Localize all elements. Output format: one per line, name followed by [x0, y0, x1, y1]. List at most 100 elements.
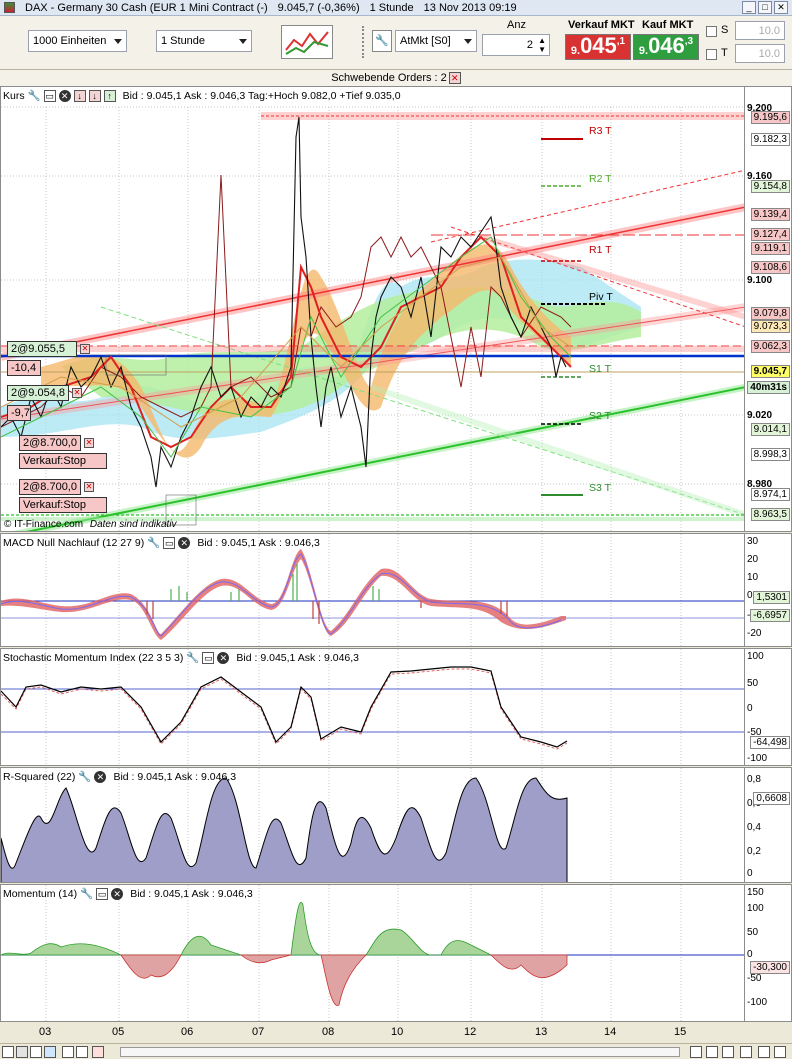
close-icon[interactable]: ✕: [80, 344, 90, 354]
zoom-in-icon[interactable]: [690, 1046, 702, 1058]
window-icon[interactable]: ▭: [43, 89, 56, 102]
rsquared-panel[interactable]: R-Squared (22) 🔧 ✕ Bid : 9.045,1 Ask : 9…: [0, 767, 745, 883]
t-checkbox[interactable]: [706, 49, 717, 60]
price-label: 9.139,4: [750, 208, 790, 221]
momentum-axis: 150 100 50 0 -50 -100 -30,300: [745, 884, 792, 1022]
price-chart[interactable]: [1, 87, 745, 532]
close-button[interactable]: ✕: [774, 1, 788, 14]
close-icon[interactable]: ✕: [94, 770, 107, 783]
close-icon[interactable]: ✕: [111, 887, 124, 900]
momentum-panel[interactable]: Momentum (14) 🔧 ▭ ✕ Bid : 9.045,1 Ask : …: [0, 884, 745, 1022]
close-icon[interactable]: ✕: [178, 536, 191, 549]
arrow-down-icon[interactable]: ↓: [73, 89, 86, 102]
buy-label: Kauf MKT: [642, 19, 694, 31]
wrench-icon[interactable]: 🔧: [80, 887, 93, 900]
zoom-icon[interactable]: [2, 1046, 14, 1058]
wrench-icon[interactable]: 🔧: [372, 30, 392, 52]
zoom-out-icon[interactable]: [706, 1046, 718, 1058]
axis-tick: 150: [747, 887, 764, 898]
order-text: 2@8.700,0: [23, 437, 77, 449]
stochastic-axis: 100 50 0 -50 -100 -64,498: [745, 648, 792, 766]
axis-tick: -20: [747, 628, 762, 639]
window-icon[interactable]: ▭: [163, 536, 176, 549]
macd-header: MACD Null Nachlauf (12 27 9) 🔧 ▭ ✕ Bid :…: [3, 536, 320, 549]
order-type-select[interactable]: AtMkt [S0]: [395, 30, 477, 52]
stochastic-chart[interactable]: [1, 649, 745, 766]
order-box[interactable]: 2@8.700,0 ✕: [19, 479, 94, 495]
qty-stepper[interactable]: 2 ▲ ▼: [482, 34, 550, 56]
window-icon[interactable]: ▭: [96, 887, 109, 900]
order-box[interactable]: -10,4: [7, 360, 41, 376]
order-box[interactable]: Verkauf:Stop: [19, 497, 107, 513]
order-box[interactable]: 2@8.700,0 ✕: [19, 435, 94, 451]
wrench-icon[interactable]: 🔧: [78, 770, 91, 783]
axis-tick: 10: [747, 572, 759, 583]
time-axis-label: 15: [674, 1026, 687, 1038]
drag-handle[interactable]: [362, 26, 368, 58]
wrench-icon[interactable]: 🔧: [186, 651, 199, 664]
pending-orders-label: Schwebende Orders : 2: [331, 72, 447, 84]
sell-button[interactable]: 9. 045,1: [565, 34, 631, 60]
order-box[interactable]: Verkauf:Stop: [19, 453, 107, 469]
axis-tick: 30: [747, 536, 759, 547]
close-icon[interactable]: ✕: [84, 438, 94, 448]
axis-tick: 0: [747, 590, 753, 601]
macd-chart[interactable]: [1, 534, 745, 647]
settings-icon[interactable]: [62, 1046, 74, 1058]
s-checkbox[interactable]: [706, 26, 717, 37]
order-box[interactable]: -9,7: [7, 405, 31, 421]
close-icon[interactable]: ✕: [448, 72, 461, 84]
main-chart-panel[interactable]: Kurs 🔧 ▭ ✕ ↓ ↓ ↑ Bid : 9.045,1 Ask : 9.0…: [0, 86, 745, 532]
order-box[interactable]: 2@9.055,5 ✕: [7, 341, 90, 357]
price-label: 9.195,6: [750, 111, 790, 124]
fit-icon[interactable]: [740, 1046, 752, 1058]
reset-icon[interactable]: [722, 1046, 734, 1058]
axis-tick: 0,4: [747, 822, 761, 833]
units-select[interactable]: 1000 Einheiten: [28, 30, 127, 52]
pivot-label: Piv T: [589, 291, 613, 303]
s-input[interactable]: 10.0: [735, 21, 785, 40]
export-icon[interactable]: [92, 1046, 104, 1058]
maximize-button[interactable]: □: [758, 1, 772, 14]
order-text: -9,7: [11, 407, 30, 419]
stochastic-panel[interactable]: Stochastic Momentum Index (22 3 5 3) 🔧 ▭…: [0, 648, 745, 766]
buy-button[interactable]: 9. 046,3: [633, 34, 699, 60]
link-icon[interactable]: [758, 1046, 770, 1058]
play-icon[interactable]: [774, 1046, 786, 1058]
close-icon[interactable]: ✕: [217, 651, 230, 664]
price-label: 9.127,4: [750, 228, 790, 241]
close-icon[interactable]: ✕: [84, 482, 94, 492]
main-panel-title: Kurs: [3, 89, 25, 102]
grid-icon[interactable]: [16, 1046, 28, 1058]
t-label: T: [721, 47, 728, 59]
chart-type-icon[interactable]: [281, 25, 333, 59]
rsquared-chart[interactable]: [1, 768, 745, 883]
indicator-value: 0,6608: [753, 792, 790, 805]
arrow-down-icon[interactable]: ↓: [88, 89, 101, 102]
pivot-label: R2 T: [589, 173, 612, 185]
order-box[interactable]: 2@9.054,8 ✕: [7, 385, 82, 401]
chart-icon[interactable]: [30, 1046, 42, 1058]
close-icon[interactable]: ✕: [58, 89, 71, 102]
horizontal-scrollbar[interactable]: [120, 1047, 680, 1057]
wrench-icon[interactable]: 🔧: [147, 536, 160, 549]
minimize-button[interactable]: _: [742, 1, 756, 14]
t-input[interactable]: 10.0: [735, 44, 785, 63]
close-icon[interactable]: ✕: [72, 388, 82, 398]
print-icon[interactable]: [76, 1046, 88, 1058]
arrow-up-icon[interactable]: ↑: [103, 89, 116, 102]
order-text: -10,4: [11, 362, 37, 374]
price-label: 9.045,7: [750, 365, 790, 378]
momentum-chart[interactable]: [1, 885, 745, 1022]
pivot-label: R1 T: [589, 244, 612, 256]
timeframe-select[interactable]: 1 Stunde: [156, 30, 252, 52]
macd-panel[interactable]: MACD Null Nachlauf (12 27 9) 🔧 ▭ ✕ Bid :…: [0, 533, 745, 647]
window-icon[interactable]: ▭: [202, 651, 215, 664]
stepper-arrows-icon[interactable]: ▲ ▼: [538, 36, 546, 54]
axis-tick: 9.020: [747, 410, 773, 421]
price-label: 9.108,6: [750, 261, 790, 274]
chevron-down-icon: [114, 39, 122, 44]
wrench-icon[interactable]: 🔧: [28, 89, 41, 102]
sell-label: Verkauf MKT: [568, 19, 635, 31]
bar-icon[interactable]: [44, 1046, 56, 1058]
